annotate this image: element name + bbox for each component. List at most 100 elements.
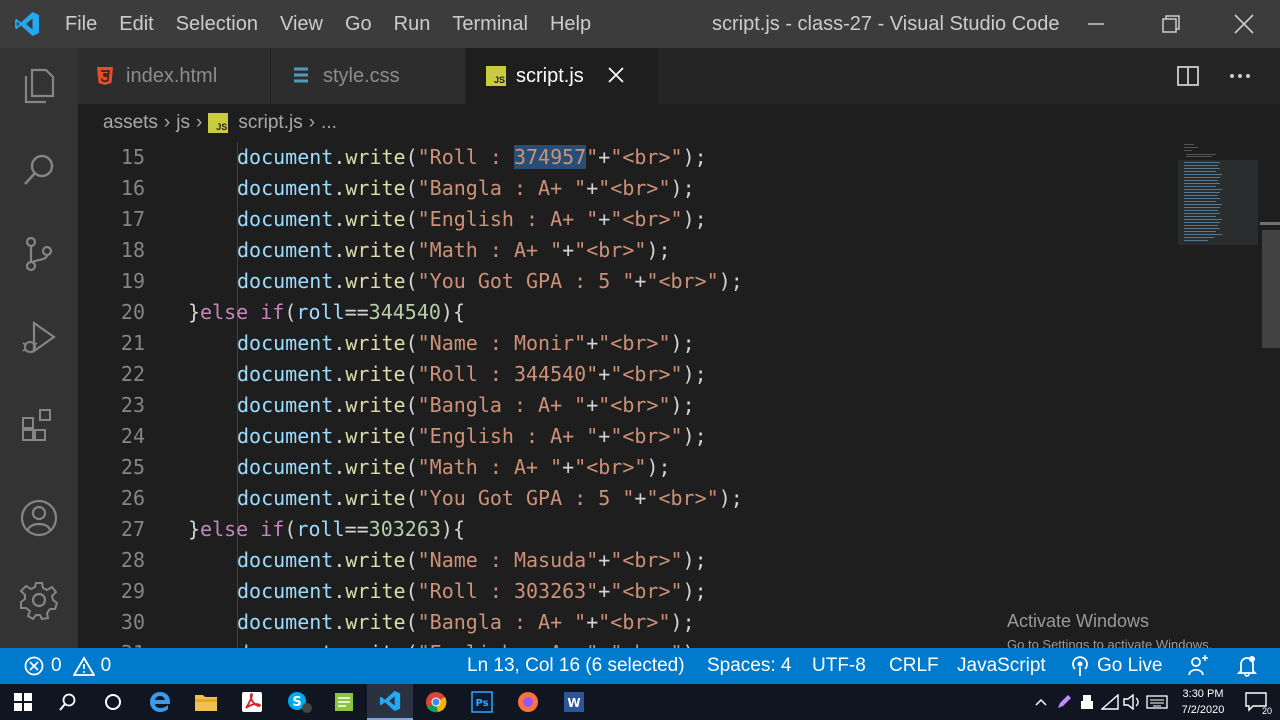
activate-windows-title: Activate Windows bbox=[1007, 611, 1150, 631]
start-button[interactable] bbox=[0, 684, 46, 720]
feedback-button[interactable] bbox=[1187, 648, 1209, 684]
taskbar-chrome[interactable] bbox=[413, 684, 459, 720]
encoding-setting[interactable]: UTF-8 bbox=[812, 648, 866, 684]
taskbar-search-button[interactable] bbox=[45, 684, 91, 720]
breadcrumb-folder-assets[interactable]: assets bbox=[103, 112, 158, 134]
taskbar-file-explorer[interactable] bbox=[183, 684, 229, 720]
code-line[interactable]: 29 document.write("Roll : 303263"+"<br>")… bbox=[78, 576, 1178, 607]
code-line[interactable]: 16 document.write("Bangla : A+ "+"<br>"); bbox=[78, 173, 1178, 204]
windows-taskbar: S Ps W 3:30 PM 7/2/2020 20 bbox=[0, 684, 1280, 720]
menu-go[interactable]: Go bbox=[334, 0, 383, 48]
extensions-button[interactable] bbox=[0, 394, 78, 454]
tray-volume[interactable] bbox=[1121, 684, 1143, 720]
tab-index-html[interactable]: index.html bbox=[78, 48, 270, 104]
taskbar-word[interactable]: W bbox=[551, 684, 597, 720]
tray-usb[interactable] bbox=[1076, 684, 1098, 720]
photoshop-icon: Ps bbox=[471, 691, 493, 713]
code-line[interactable]: 19 document.write("You Got GPA : 5 "+"<br… bbox=[78, 266, 1178, 297]
tab-style-css[interactable]: style.css bbox=[271, 48, 465, 104]
menu-edit[interactable]: Edit bbox=[108, 0, 164, 48]
eol-setting[interactable]: CRLF bbox=[889, 648, 939, 684]
action-center-button[interactable]: 20 bbox=[1236, 684, 1276, 720]
code-line[interactable]: 15 document.write("Roll : 374957"+"<br>")… bbox=[78, 142, 1178, 173]
breadcrumb-symbols[interactable]: ... bbox=[321, 112, 337, 134]
indentation-setting[interactable]: Spaces: 4 bbox=[707, 648, 792, 684]
code-line[interactable]: 22 document.write("Roll : 344540"+"<br>")… bbox=[78, 359, 1178, 390]
cursor-position[interactable]: Ln 13, Col 16 (6 selected) bbox=[467, 648, 685, 684]
tray-overflow-button[interactable] bbox=[1030, 684, 1052, 720]
line-number: 20 bbox=[120, 300, 145, 324]
line-number: 16 bbox=[120, 176, 145, 200]
bell-icon bbox=[1237, 656, 1257, 677]
manage-button[interactable] bbox=[0, 570, 78, 630]
close-tab-button[interactable] bbox=[608, 63, 624, 89]
restore-button[interactable] bbox=[1135, 0, 1207, 48]
more-actions-button[interactable] bbox=[1220, 48, 1260, 104]
line-number: 19 bbox=[120, 269, 145, 293]
line-number: 21 bbox=[120, 331, 145, 355]
tray-pen[interactable] bbox=[1053, 684, 1075, 720]
go-live-button[interactable]: Go Live bbox=[1070, 648, 1162, 684]
taskbar-edge[interactable] bbox=[137, 684, 183, 720]
tray-network[interactable] bbox=[1099, 684, 1121, 720]
code-line[interactable]: 23 document.write("Bangla : A+ "+"<br>"); bbox=[78, 390, 1178, 421]
problems-indicator[interactable]: 0 0 bbox=[24, 648, 111, 684]
clock-date: 7/2/2020 bbox=[1181, 704, 1225, 716]
svg-text:W: W bbox=[567, 696, 580, 710]
account-icon bbox=[20, 499, 58, 537]
code-editor[interactable]: 15 document.write("Roll : 374957"+"<br>")… bbox=[78, 142, 1280, 648]
code-line[interactable]: 25 document.write("Math : A+ "+"<br>"); bbox=[78, 452, 1178, 483]
activity-bar bbox=[0, 48, 78, 648]
menu-terminal[interactable]: Terminal bbox=[441, 0, 539, 48]
notifications-button[interactable] bbox=[1237, 648, 1257, 684]
code-line[interactable]: 21 document.write("Name : Monir"+"<br>"); bbox=[78, 328, 1178, 359]
code-line[interactable]: 18 document.write("Math : A+ "+"<br>"); bbox=[78, 235, 1178, 266]
code-line[interactable]: 17 document.write("English : A+ "+"<br>")… bbox=[78, 204, 1178, 235]
close-window-button[interactable] bbox=[1208, 0, 1280, 48]
breadcrumb-folder-js[interactable]: js bbox=[176, 112, 190, 134]
language-mode[interactable]: JavaScript bbox=[957, 648, 1046, 684]
explorer-button[interactable] bbox=[0, 56, 78, 116]
edge-icon bbox=[150, 692, 170, 712]
debug-icon bbox=[22, 320, 56, 354]
error-icon bbox=[24, 656, 44, 676]
code-line[interactable]: 27}else if(roll==303263){ bbox=[78, 514, 1178, 545]
tab-script-js[interactable]: JS script.js bbox=[466, 48, 658, 104]
menu-file[interactable]: File bbox=[54, 0, 108, 48]
menu-run[interactable]: Run bbox=[383, 0, 442, 48]
search-button[interactable] bbox=[0, 140, 78, 200]
taskbar-firefox[interactable] bbox=[505, 684, 551, 720]
menu-selection[interactable]: Selection bbox=[165, 0, 269, 48]
minimap[interactable] bbox=[1178, 142, 1258, 252]
menu-help[interactable]: Help bbox=[539, 0, 602, 48]
code-line[interactable]: 20}else if(roll==344540){ bbox=[78, 297, 1178, 328]
vertical-scrollbar-thumb[interactable] bbox=[1262, 230, 1280, 348]
minimize-button[interactable] bbox=[1060, 0, 1132, 48]
split-editor-button[interactable] bbox=[1168, 48, 1208, 104]
taskbar-skype[interactable]: S bbox=[276, 684, 322, 720]
status-bar: 0 0 Ln 13, Col 16 (6 selected) Spaces: 4… bbox=[0, 648, 1280, 684]
line-number: 29 bbox=[120, 579, 145, 603]
taskbar-acrobat[interactable] bbox=[229, 684, 275, 720]
tab-label: style.css bbox=[323, 64, 400, 87]
vertical-scrollbar-track[interactable] bbox=[1258, 142, 1280, 648]
menu-view[interactable]: View bbox=[269, 0, 334, 48]
source-control-button[interactable] bbox=[0, 224, 78, 284]
task-view-button[interactable] bbox=[90, 684, 136, 720]
taskbar-photoshop[interactable]: Ps bbox=[459, 684, 505, 720]
run-debug-button[interactable] bbox=[0, 308, 78, 368]
breadcrumb-file[interactable]: script.js bbox=[238, 112, 302, 134]
code-line[interactable]: 26 document.write("You Got GPA : 5 "+"<br… bbox=[78, 483, 1178, 514]
split-editor-icon bbox=[1177, 66, 1199, 86]
system-clock[interactable]: 3:30 PM 7/2/2020 bbox=[1174, 686, 1232, 718]
taskbar-notepad[interactable] bbox=[321, 684, 367, 720]
line-number: 24 bbox=[120, 424, 145, 448]
taskbar-vscode[interactable] bbox=[367, 684, 413, 720]
skype-icon: S bbox=[288, 692, 312, 713]
tray-keyboard[interactable] bbox=[1144, 684, 1170, 720]
line-number: 30 bbox=[120, 610, 145, 634]
code-line[interactable]: 28 document.write("Name : Masuda"+"<br>")… bbox=[78, 545, 1178, 576]
notification-count: 20 bbox=[1261, 706, 1272, 716]
code-line[interactable]: 24 document.write("English : A+ "+"<br>")… bbox=[78, 421, 1178, 452]
accounts-button[interactable] bbox=[0, 488, 78, 548]
